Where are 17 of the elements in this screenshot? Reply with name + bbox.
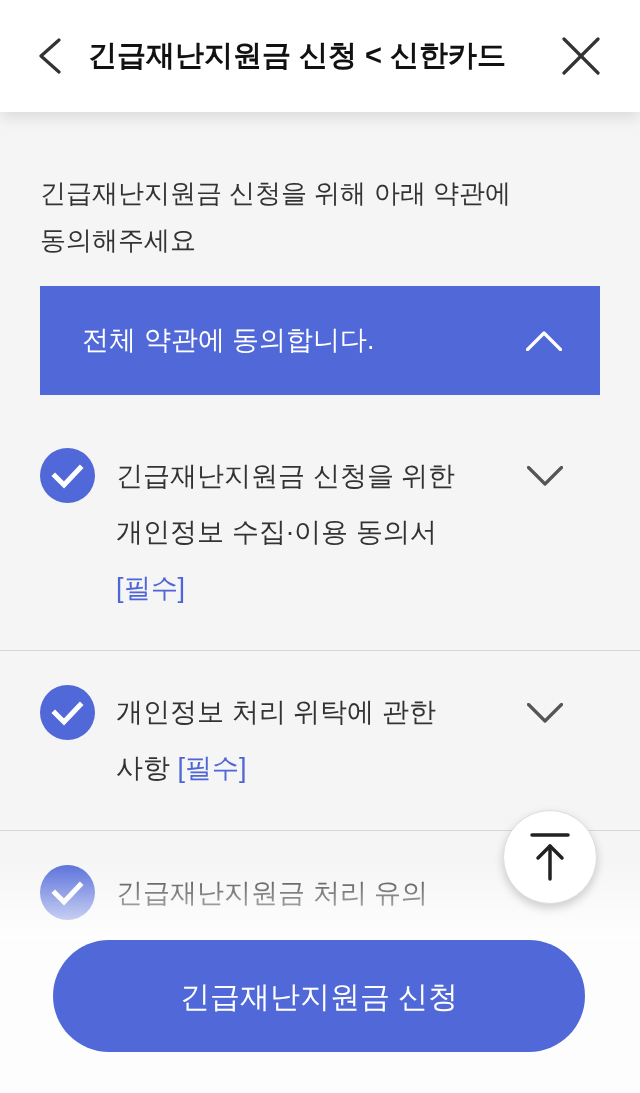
checked-circle-icon[interactable]	[40, 684, 95, 740]
chevron-down-icon[interactable]	[527, 466, 563, 486]
agree-all-button[interactable]: 전체 약관에 동의합니다.	[40, 286, 600, 395]
chevron-down-icon[interactable]	[527, 702, 563, 723]
close-button[interactable]	[562, 37, 600, 75]
back-button[interactable]	[38, 38, 62, 74]
page-title: 긴급재난지원금 신청 < 신한카드	[88, 38, 508, 74]
close-icon	[562, 37, 600, 75]
apply-button[interactable]: 긴급재난지원금 신청	[53, 940, 585, 1052]
term-title: 개인정보 처리 위탁에 관한 사항 [필수]	[116, 696, 437, 785]
term-title: 긴급재난지원금 신청을 위한 개인정보 수집·이용 동의서 [필수]	[116, 459, 456, 605]
checked-circle-icon[interactable]	[40, 448, 95, 503]
term-title: 긴급재난지원금 처리 유의	[116, 876, 429, 910]
checked-circle-icon[interactable]	[40, 865, 95, 920]
chevron-left-icon	[38, 38, 62, 74]
intro-text: 긴급재난지원금 신청을 위해 아래 약관에 동의해주세요	[40, 177, 512, 257]
scroll-top-button[interactable]	[503, 810, 597, 904]
